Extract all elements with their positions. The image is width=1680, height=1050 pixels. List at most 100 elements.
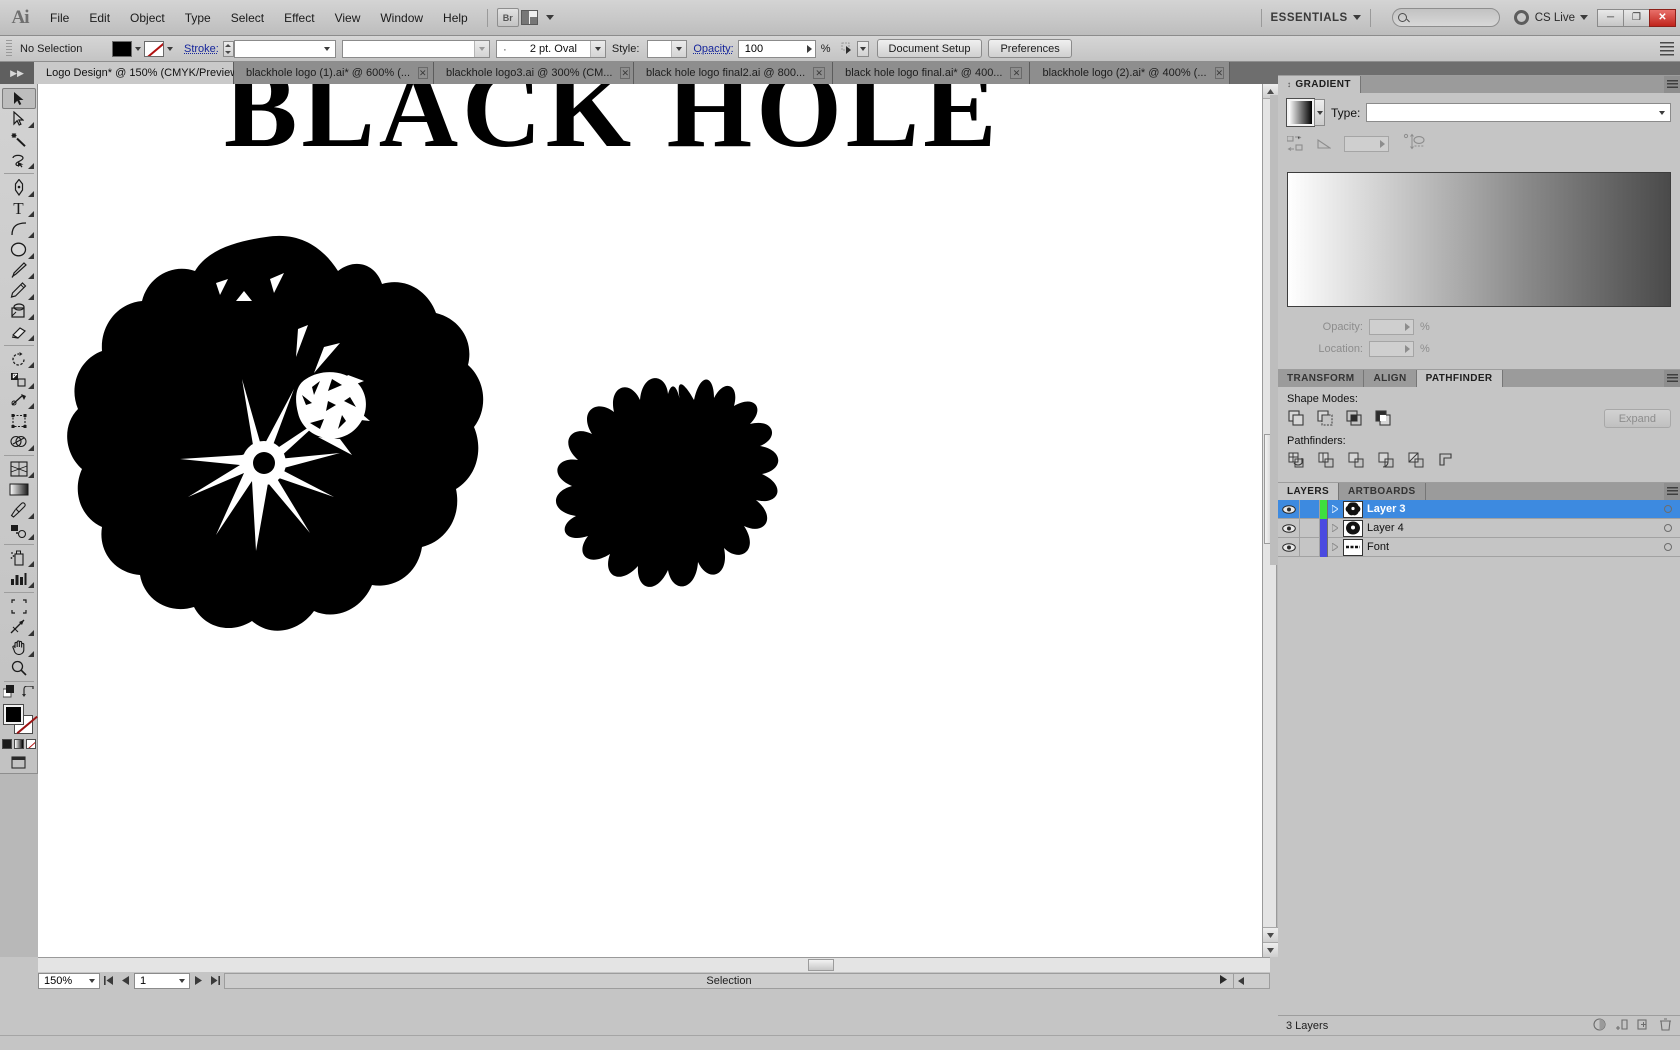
eyedropper-tool[interactable] — [2, 500, 36, 521]
tab-align[interactable]: ALIGN — [1364, 370, 1417, 387]
pathfinder-panel-menu-icon[interactable] — [1664, 370, 1680, 387]
layer-lock-toggle[interactable] — [1300, 537, 1320, 557]
next-artboard-button[interactable] — [190, 973, 207, 989]
type-tool[interactable]: T — [2, 198, 36, 219]
blend-tool[interactable] — [2, 520, 36, 541]
column-graph-tool[interactable] — [2, 568, 36, 589]
document-tab-close-icon[interactable]: ✕ — [620, 67, 631, 79]
status-text-strip[interactable]: Selection — [224, 972, 1234, 989]
graphic-style-combo[interactable] — [647, 39, 688, 58]
zoom-level-combo[interactable]: 150% — [38, 972, 100, 989]
tab-transform[interactable]: TRANSFORM — [1278, 370, 1365, 387]
layer-visibility-eye-icon[interactable] — [1278, 499, 1300, 519]
layer-name[interactable]: Layer 4 — [1367, 522, 1656, 534]
arrange-chevron-down-icon[interactable] — [545, 15, 554, 20]
create-new-layer-icon[interactable] — [1637, 1018, 1650, 1034]
control-bar-grip[interactable] — [6, 39, 12, 58]
outline-icon[interactable] — [1407, 451, 1426, 470]
zoom-chevron-down-icon[interactable] — [84, 978, 99, 983]
crop-icon[interactable] — [1377, 451, 1396, 470]
blob-brush-tool[interactable] — [2, 301, 36, 322]
document-tab-close-icon[interactable]: ✕ — [418, 67, 428, 79]
search-input[interactable] — [1391, 8, 1500, 27]
transparency-flyout-icon[interactable] — [839, 40, 857, 58]
artboard-tool[interactable] — [2, 596, 36, 617]
gradient-type-chevron-down-icon[interactable] — [1654, 110, 1670, 115]
layer-row-0[interactable]: Layer 3 — [1278, 499, 1680, 519]
graphic-style-chevron-down-icon[interactable] — [671, 40, 687, 57]
transparency-chevron-down-icon[interactable] — [856, 40, 869, 57]
stroke-profile-combo[interactable] — [341, 39, 490, 58]
scroll-down-arrow-icon-2[interactable] — [1263, 942, 1278, 957]
layer-lock-toggle[interactable] — [1300, 499, 1320, 519]
tab-pathfinder[interactable]: PATHFINDER — [1416, 370, 1503, 387]
menu-object[interactable]: Object — [120, 0, 175, 36]
ellipse-tool[interactable] — [2, 239, 36, 260]
artboard-chevron-down-icon[interactable] — [174, 978, 189, 983]
opacity-popup-triangle-icon[interactable] — [806, 44, 812, 53]
exclude-icon[interactable] — [1374, 409, 1393, 428]
stroke-color-swatch[interactable] — [144, 40, 164, 57]
document-tab-1[interactable]: blackhole logo (1).ai* @ 600% (... ✕ — [234, 62, 434, 84]
stroke-weight-combo[interactable] — [233, 39, 336, 58]
first-artboard-button[interactable] — [100, 973, 117, 989]
layer-disclosure-triangle-icon[interactable] — [1327, 518, 1341, 538]
swap-fill-stroke-icon[interactable] — [22, 685, 34, 701]
arrange-documents-icon[interactable] — [519, 9, 541, 27]
layer-row-2[interactable]: Font — [1278, 537, 1680, 557]
fill-stroke-swatches[interactable] — [2, 704, 36, 735]
artwork-splatter-circle[interactable] — [56, 229, 486, 669]
layers-panel-menu-icon[interactable] — [1664, 483, 1680, 500]
fill-color-swatch[interactable] — [112, 40, 132, 57]
tab-expander-icon[interactable]: ▶▶ — [0, 62, 34, 84]
layer-visibility-eye-icon[interactable] — [1278, 518, 1300, 538]
intersect-icon[interactable] — [1345, 409, 1364, 428]
horizontal-scroll-left-arrow[interactable] — [1234, 972, 1270, 989]
stroke-label[interactable]: Stroke: — [184, 43, 219, 55]
gradient-button[interactable] — [13, 738, 24, 749]
magic-wand-tool[interactable] — [2, 129, 36, 150]
layer-visibility-eye-icon[interactable] — [1278, 537, 1300, 557]
close-button[interactable]: ✕ — [1649, 8, 1676, 27]
menu-effect[interactable]: Effect — [274, 0, 324, 36]
menu-edit[interactable]: Edit — [79, 0, 120, 36]
gradient-panel-menu-icon[interactable] — [1664, 76, 1680, 93]
color-button[interactable] — [1, 738, 12, 749]
preferences-button[interactable]: Preferences — [988, 39, 1072, 58]
layer-target-indicator[interactable] — [1656, 519, 1680, 538]
restore-button[interactable]: ❐ — [1623, 8, 1650, 27]
workspace-switcher-label[interactable]: ESSENTIALS — [1271, 12, 1348, 24]
make-clipping-mask-icon[interactable] — [1593, 1017, 1606, 1034]
stroke-profile-chevron-down-icon[interactable] — [473, 40, 489, 57]
none-button[interactable] — [25, 738, 36, 749]
mesh-tool[interactable] — [2, 479, 36, 500]
artboard-number-combo[interactable]: 1 — [134, 972, 190, 989]
gradient-angle-input[interactable] — [1344, 135, 1389, 152]
scale-tool[interactable] — [2, 369, 36, 390]
selection-tool[interactable] — [1, 88, 36, 109]
gradient-type-combo[interactable] — [1366, 103, 1671, 122]
menu-view[interactable]: View — [325, 0, 371, 36]
gradient-opacity-input[interactable] — [1369, 319, 1414, 335]
perspective-grid-tool[interactable] — [2, 459, 36, 480]
layer-name[interactable]: Layer 3 — [1367, 503, 1656, 515]
fill-chevron-down-icon[interactable] — [132, 41, 144, 57]
free-transform-tool[interactable] — [2, 410, 36, 431]
shape-builder-tool[interactable] — [2, 431, 36, 452]
gradient-presets-chevron-down-icon[interactable] — [1314, 99, 1325, 126]
menu-window[interactable]: Window — [370, 0, 433, 36]
gradient-location-popup-icon[interactable] — [1405, 345, 1410, 353]
canvas-horizontal-scrollbar[interactable] — [38, 957, 1270, 972]
document-tab-4[interactable]: black hole logo final.ai* @ 400... ✕ — [833, 62, 1031, 84]
fill-swatch-black[interactable] — [2, 704, 24, 726]
eraser-tool[interactable] — [2, 321, 36, 342]
brush-definition-chevron-down-icon[interactable] — [589, 40, 605, 57]
minus-front-icon[interactable] — [1316, 409, 1335, 428]
artwork-wordmark[interactable]: BLACK HOLE — [224, 84, 1001, 173]
document-tab-2[interactable]: blackhole logo3.ai @ 300% (CM... ✕ — [434, 62, 634, 84]
collapse-icon[interactable]: ↕ — [1287, 80, 1291, 89]
layer-target-indicator[interactable] — [1656, 500, 1680, 519]
minimize-button[interactable]: ─ — [1597, 8, 1624, 27]
menu-type[interactable]: Type — [175, 0, 221, 36]
layers-empty-area[interactable] — [1278, 557, 1680, 977]
